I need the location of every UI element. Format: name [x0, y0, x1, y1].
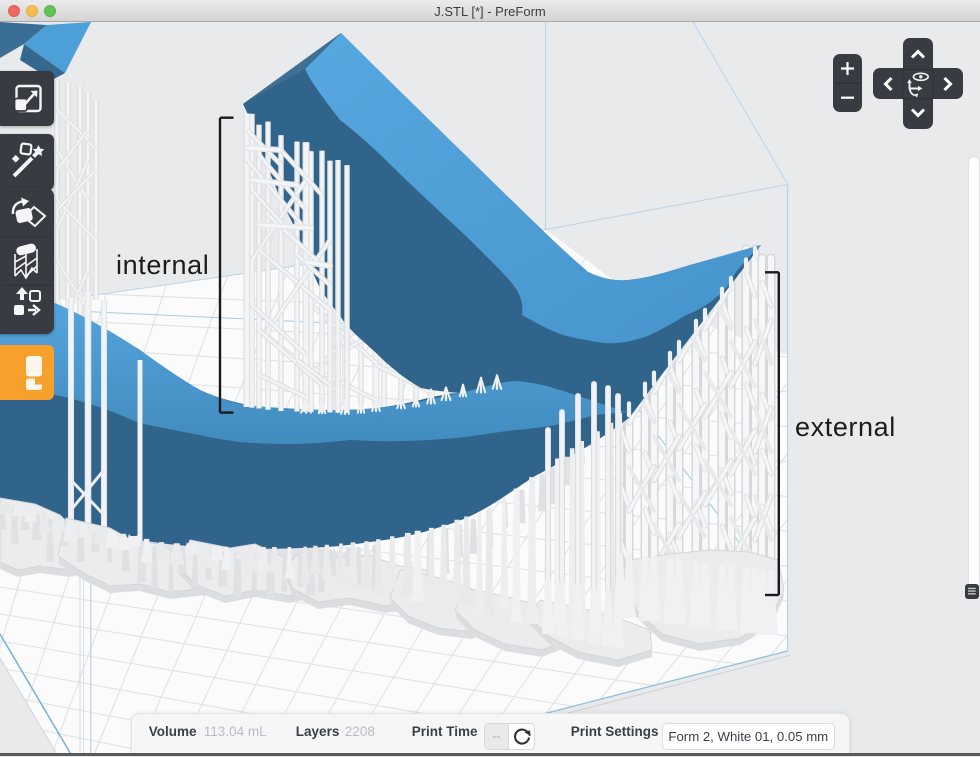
svg-text:internal: internal	[116, 250, 209, 280]
svg-text:external: external	[795, 412, 896, 442]
